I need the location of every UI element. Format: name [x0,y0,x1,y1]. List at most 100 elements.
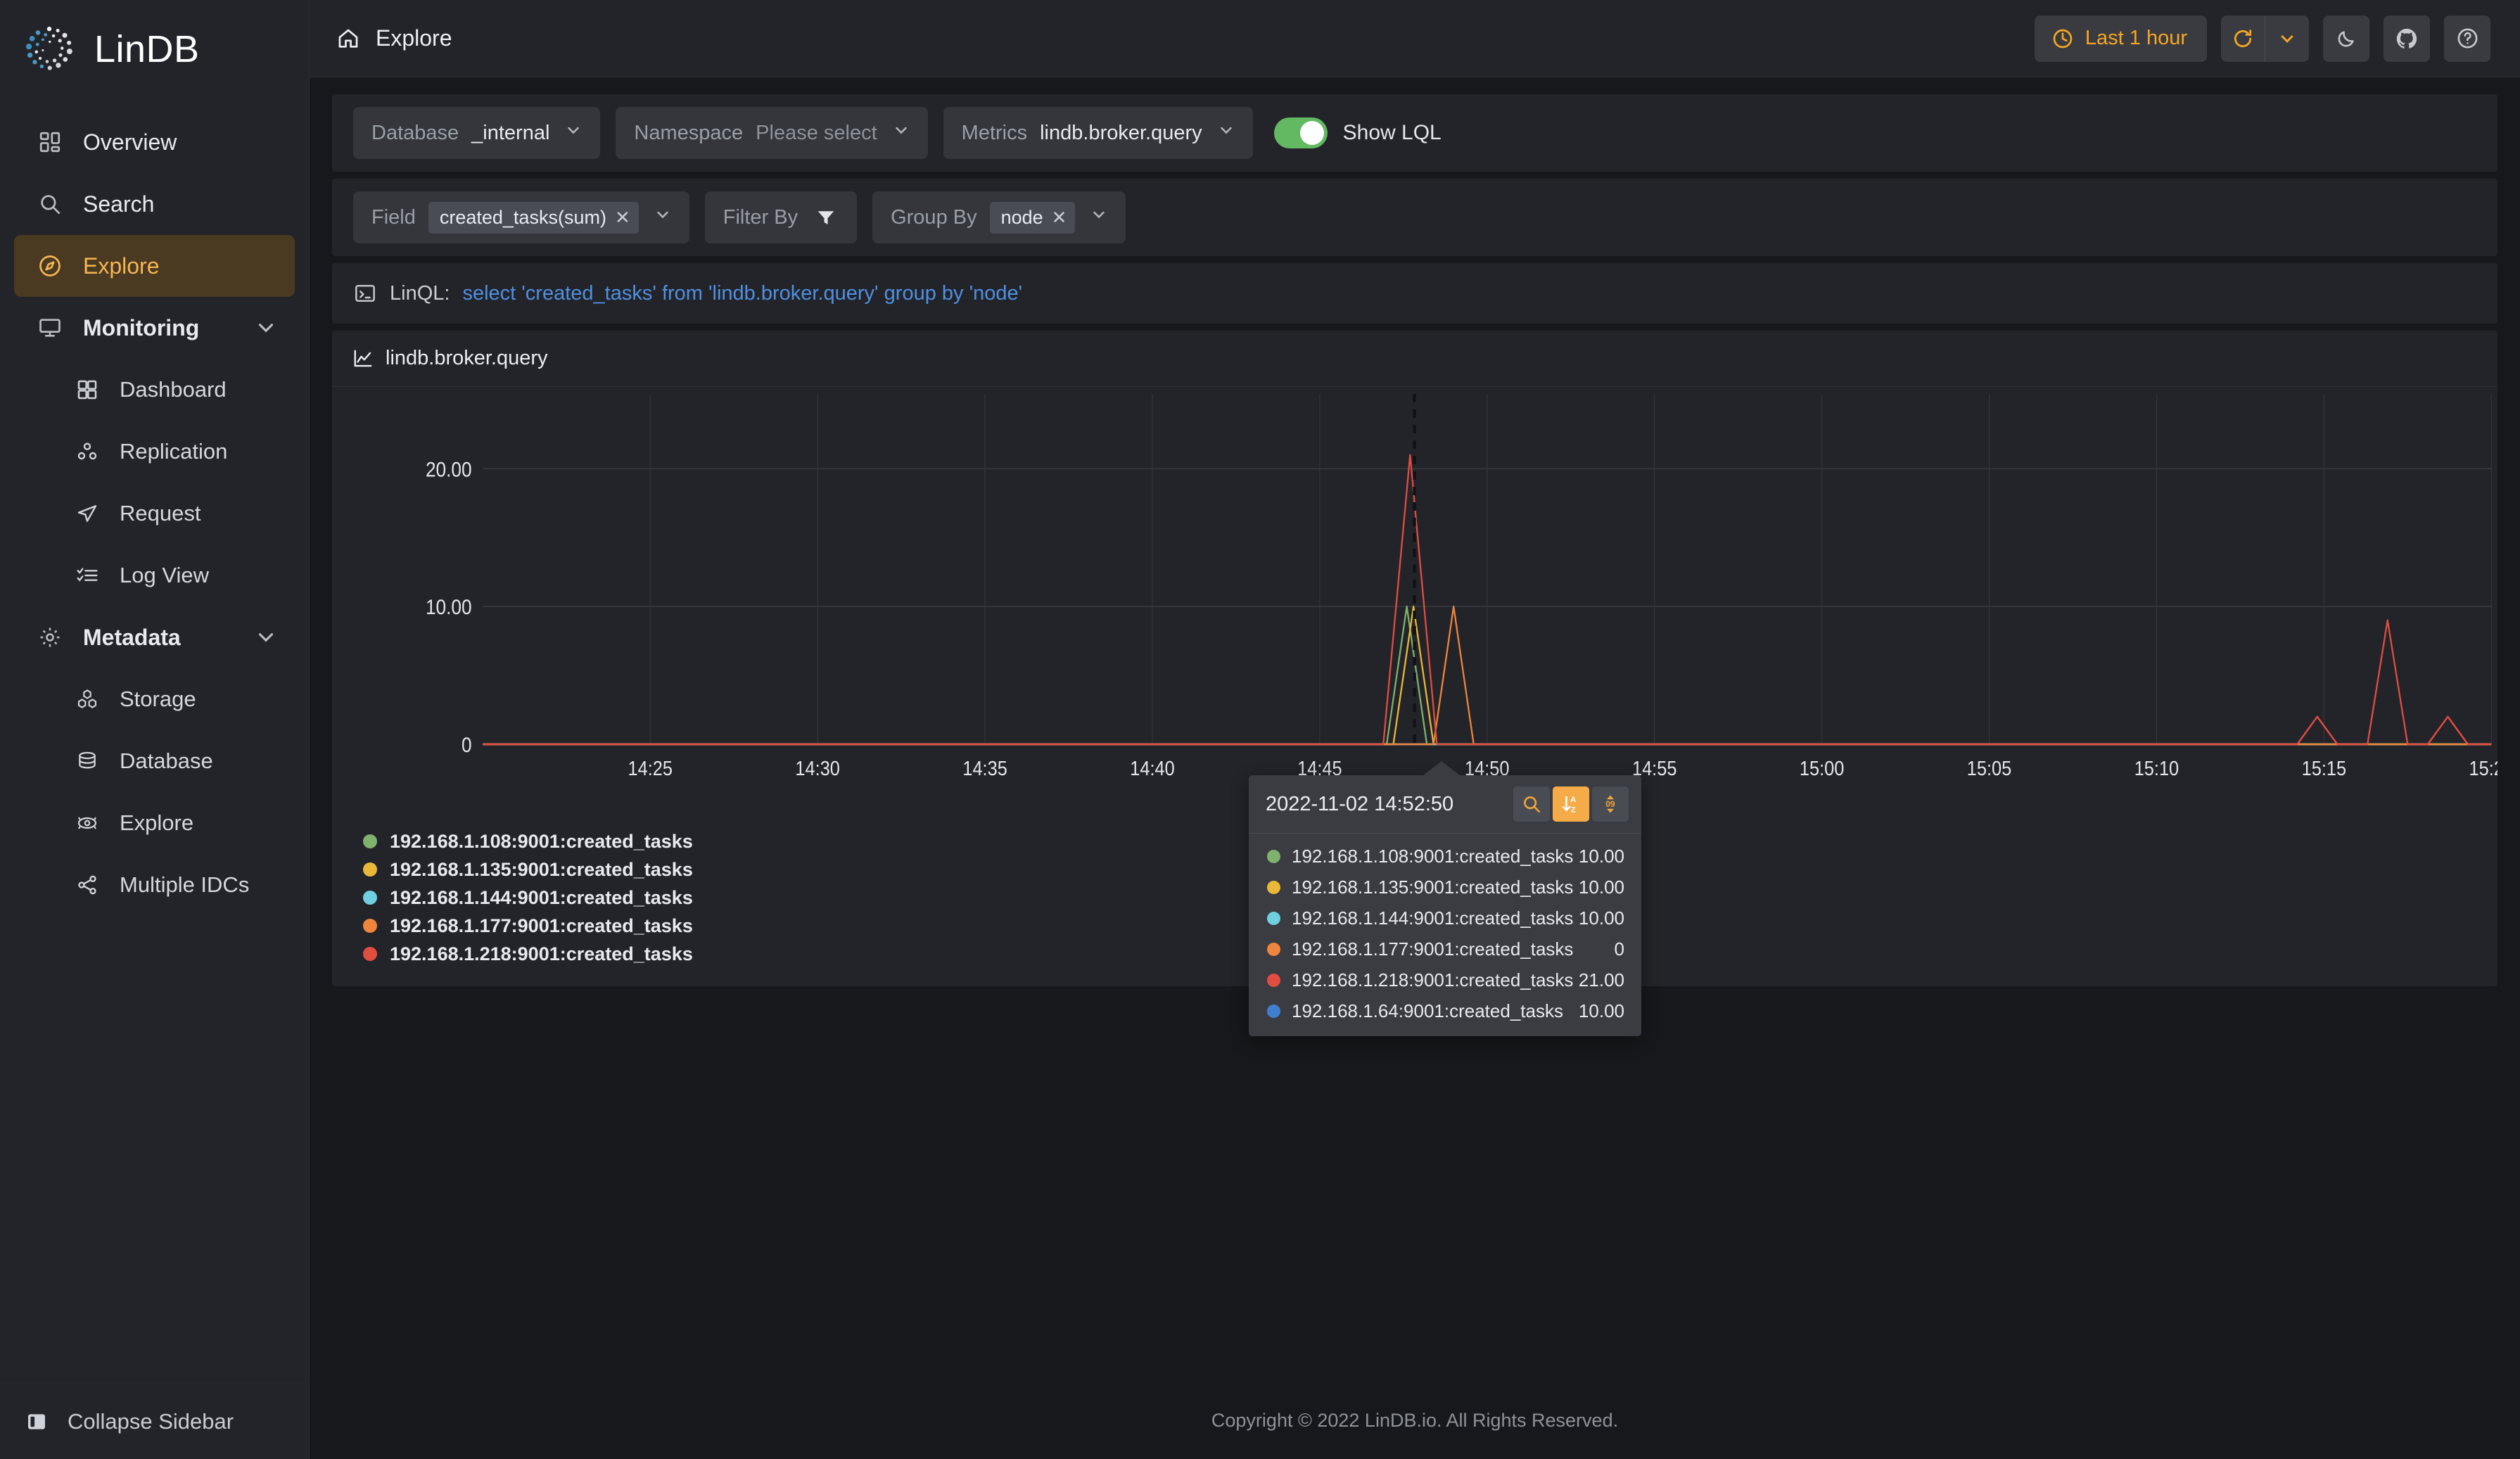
toggle-knob [1299,121,1324,145]
sidebar-item-explore[interactable]: Explore [14,235,295,297]
tooltip-row: 192.168.1.218:9001:created_tasks 21.00 [1249,964,1641,995]
overview-icon [35,127,65,157]
svg-text:Z: Z [1571,805,1576,814]
group-by-tag[interactable]: node ✕ [989,201,1076,234]
chart-plot[interactable]: 010.0020.0014:25 14:30 14:35 14:40 14:45 14:5… [332,387,2497,823]
sidebar-item-overview[interactable]: Overview [14,111,295,173]
theme-toggle-button[interactable] [2323,15,2369,62]
svg-text:A: A [1570,796,1576,804]
share-nodes-icon [73,871,101,899]
filter-by-select[interactable]: Filter By [704,191,858,243]
sidebar-group-metadata[interactable]: Metadata [14,606,295,668]
legend-label: 192.168.1.218:9001:created_tasks [390,943,693,964]
monitor-icon [35,313,65,343]
sort-alpha-icon[interactable]: A Z [1553,786,1589,822]
x-axis-tick-label: 15:20 [2469,756,2497,779]
database-value: _internal [471,121,550,144]
tooltip-series-value: 10.00 [1578,907,1624,929]
sidebar-item-label: Log View [120,563,209,587]
refresh-button[interactable] [2221,15,2265,62]
sidebar-item-label: Dashboard [120,377,227,402]
topbar: Explore Last 1 hour [310,0,2520,77]
lindb-logo-icon [23,23,76,76]
tooltip-row: 192.168.1.144:9001:created_tasks 10.00 [1249,903,1641,934]
linql-bar: LinQL: select 'created_tasks' from 'lind… [332,263,2497,324]
chevron-down-icon [890,120,912,146]
close-icon[interactable]: ✕ [615,207,630,229]
sidebar-item-database[interactable]: Database [14,730,295,792]
show-lql-toggle[interactable] [1273,117,1328,148]
close-icon[interactable]: ✕ [1052,207,1067,229]
sidebar-item-replication[interactable]: Replication [14,421,295,483]
search-icon[interactable] [1513,786,1550,822]
sidebar-item-label: Overview [83,129,177,155]
breadcrumb-label: Explore [376,25,452,51]
field-label: Field [371,205,416,229]
time-range-picker[interactable]: Last 1 hour [2034,15,2207,62]
linql-query[interactable]: select 'created_tasks' from 'lindb.broke… [462,282,1022,305]
sidebar-item-label: Replication [120,439,228,464]
github-icon [2395,27,2419,51]
x-axis-tick-label: 15:10 [2134,756,2179,779]
footer: Copyright © 2022 LinDB.io. All Rights Re… [310,1382,2520,1459]
log-list-icon [73,561,101,590]
hexagons-icon [73,685,101,713]
tooltip-row: 192.168.1.135:9001:created_tasks 10.00 [1249,872,1641,903]
field-select[interactable]: Field created_tasks(sum) ✕ [353,191,689,243]
tooltip-color-dot [1267,849,1280,863]
tooltip-series-name: 192.168.1.218:9001:created_tasks [1292,969,1574,990]
sidebar-item-log-view[interactable]: Log View [14,544,295,606]
metrics-label: Metrics [961,121,1028,144]
refresh-interval-dropdown[interactable] [2265,15,2309,62]
time-range-label: Last 1 hour [2085,27,2187,49]
tooltip-row: 192.168.1.64:9001:created_tasks 10.00 [1249,995,1641,1026]
sidebar-group-label: Monitoring [83,314,200,340]
filter-bar-secondary: Field created_tasks(sum) ✕ Filter By Gro… [332,179,2497,256]
sort-numeric-icon[interactable]: 09 [1592,786,1629,822]
y-axis-tick-label: 0 [462,732,472,756]
namespace-value: Please select [756,121,877,144]
chart-body[interactable]: 0 10.00 20.00 14:25 14:30 14:35 14:40 14:45 14:5… [332,387,2497,823]
field-tag[interactable]: created_tasks(sum) ✕ [428,201,639,234]
help-button[interactable] [2444,15,2490,62]
tooltip-row: 192.168.1.108:9001:created_tasks 10.00 [1249,841,1641,872]
tooltip-timestamp: 2022-11-02 14:52:50 [1266,792,1454,815]
sidebar-item-multiple-idcs[interactable]: Multiple IDCs [14,854,295,916]
x-axis-tick-label: 15:15 [2302,756,2346,779]
github-link-button[interactable] [2384,15,2430,62]
compass-icon [35,251,65,281]
sidebar-item-label: Storage [120,687,196,711]
clock-icon [2051,27,2074,50]
database-select[interactable]: Database _internal [353,107,601,159]
terminal-icon [353,281,377,305]
sidebar-item-request[interactable]: Request [14,483,295,544]
tooltip-series-value: 10.00 [1578,876,1624,898]
sidebar-item-search[interactable]: Search [14,173,295,235]
legend-color-dot [363,919,377,933]
eye-icon [73,809,101,837]
brand: LinDB [0,0,309,100]
sidebar-item-storage[interactable]: Storage [14,668,295,730]
tooltip-color-dot [1267,942,1280,956]
namespace-select[interactable]: Namespace Please select [616,107,928,159]
funnel-icon [810,207,841,228]
breadcrumb[interactable]: Explore [335,25,452,52]
filter-by-label: Filter By [723,205,798,229]
metrics-select[interactable]: Metrics lindb.broker.query [943,107,1253,159]
content-area: Database _internal Namespace Please sele… [310,77,2520,1382]
group-by-select[interactable]: Group By node ✕ [872,191,1126,243]
collapse-sidebar-button[interactable]: Collapse Sidebar [0,1383,309,1459]
panel-collapse-icon [24,1409,49,1434]
tooltip-rows: 192.168.1.108:9001:created_tasks 10.00 192… [1249,834,1641,1036]
tooltip-series-value: 0 [1614,938,1624,960]
sidebar-item-label: Database [120,748,213,773]
sidebar-item-dashboard[interactable]: Dashboard [14,359,295,421]
legend-color-dot [363,947,377,961]
sidebar-item-metadata-explore[interactable]: Explore [14,792,295,854]
x-axis-tick-label: 14:40 [1130,756,1174,779]
topbar-actions: Last 1 hour [2034,15,2490,62]
group-by-label: Group By [891,205,977,229]
sidebar-group-monitoring[interactable]: Monitoring [14,297,295,359]
chevron-down-icon [1215,120,1237,146]
x-axis-tick-label: 15:00 [1800,756,1844,779]
